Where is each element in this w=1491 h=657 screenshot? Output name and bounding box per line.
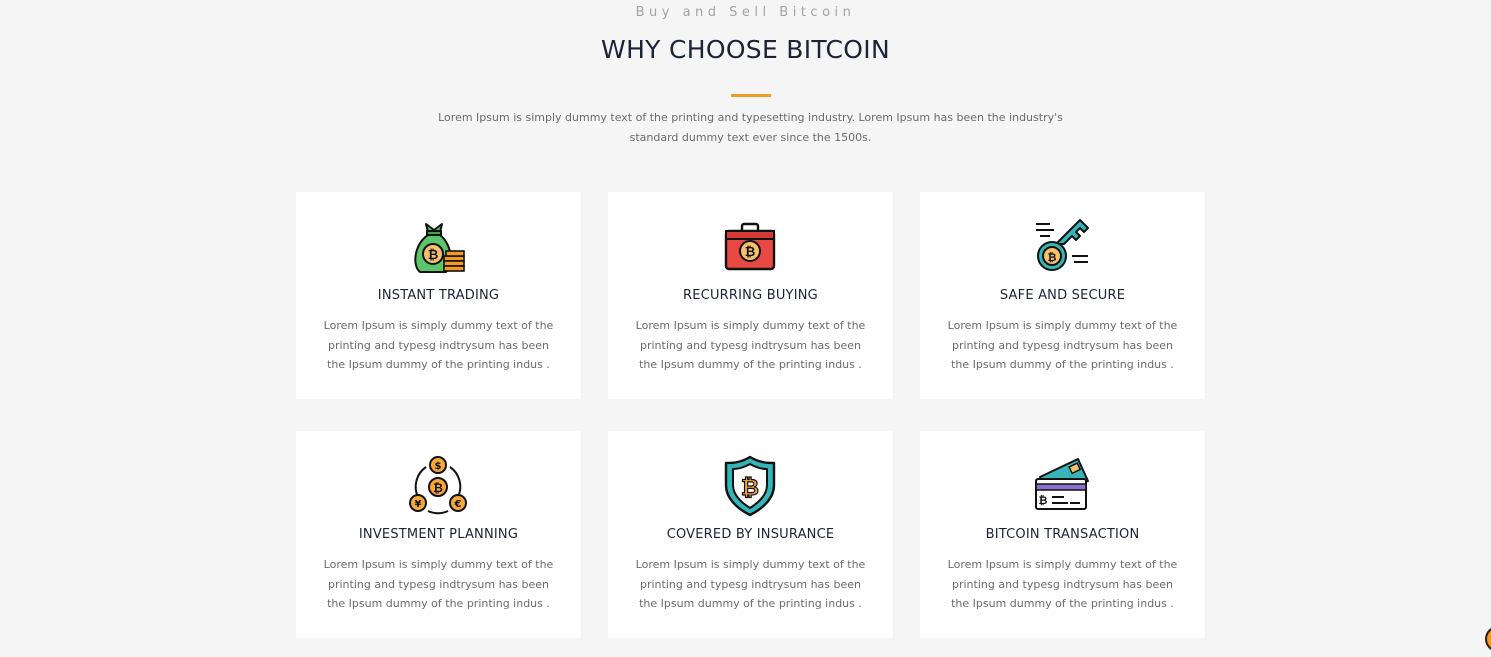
title-divider xyxy=(731,94,771,97)
feature-card-investment-planning: $ ₿ ¥ € INVESTMENT PLANNING Lorem Ipsum … xyxy=(296,431,581,638)
section-eyebrow: Buy and Sell Bitcoin xyxy=(635,5,856,20)
svg-text:₿: ₿ xyxy=(1039,494,1048,507)
bitcoin-card-icon: ₿ xyxy=(1030,453,1094,517)
feature-description: Lorem Ipsum is simply dummy text of the … xyxy=(947,558,1178,610)
feature-title: INSTANT TRADING xyxy=(377,288,500,303)
feature-title: COVERED BY INSURANCE xyxy=(666,527,835,542)
feature-description: Lorem Ipsum is simply dummy text of the … xyxy=(635,558,866,610)
feature-description: Lorem Ipsum is simply dummy text of the … xyxy=(323,319,554,371)
feature-description: Lorem Ipsum is simply dummy text of the … xyxy=(635,319,866,371)
feature-card-recurring-buying: ₿ RECURRING BUYING Lorem Ipsum is simply… xyxy=(608,192,893,399)
feature-card-instant-trading: ₿ INSTANT TRADING Lorem Ipsum is simply … xyxy=(296,192,581,399)
bitcoin-shield-icon: ₿ xyxy=(718,453,782,517)
bitcoin-money-bag-icon: ₿ xyxy=(406,214,470,278)
page-title: WHY CHOOSE BITCOIN xyxy=(601,35,890,64)
feature-description: Lorem Ipsum is simply dummy text of the … xyxy=(947,319,1178,371)
bitcoin-briefcase-icon: ₿ xyxy=(718,214,782,278)
feature-card-bitcoin-transaction: ₿ BITCOIN TRANSACTION Lorem Ipsum is sim… xyxy=(920,431,1205,638)
currency-exchange-icon: $ ₿ ¥ € xyxy=(406,453,470,517)
feature-title: BITCOIN TRANSACTION xyxy=(985,527,1140,542)
feature-description: Lorem Ipsum is simply dummy text of the … xyxy=(323,558,554,610)
svg-text:₿: ₿ xyxy=(433,481,443,495)
bitcoin-key-icon: ₿ xyxy=(1030,214,1094,278)
svg-text:₿: ₿ xyxy=(745,245,756,260)
svg-text:¥: ¥ xyxy=(415,499,422,510)
feature-title: RECURRING BUYING xyxy=(683,288,818,303)
chat-widget-button[interactable] xyxy=(1485,626,1491,652)
feature-title: INVESTMENT PLANNING xyxy=(358,527,519,542)
feature-card-safe-and-secure: ₿ SAFE AND SECURE Lorem Ipsum is simply … xyxy=(920,192,1205,399)
section-intro: Lorem Ipsum is simply dummy text of the … xyxy=(438,111,1063,144)
svg-text:₿: ₿ xyxy=(741,476,759,501)
feature-title: SAFE AND SECURE xyxy=(999,288,1126,303)
svg-text:$: $ xyxy=(435,461,442,472)
svg-text:₿: ₿ xyxy=(428,248,439,263)
svg-text:€: € xyxy=(454,499,462,510)
svg-text:₿: ₿ xyxy=(1048,251,1057,264)
feature-card-covered-by-insurance: ₿ COVERED BY INSURANCE Lorem Ipsum is si… xyxy=(608,431,893,638)
